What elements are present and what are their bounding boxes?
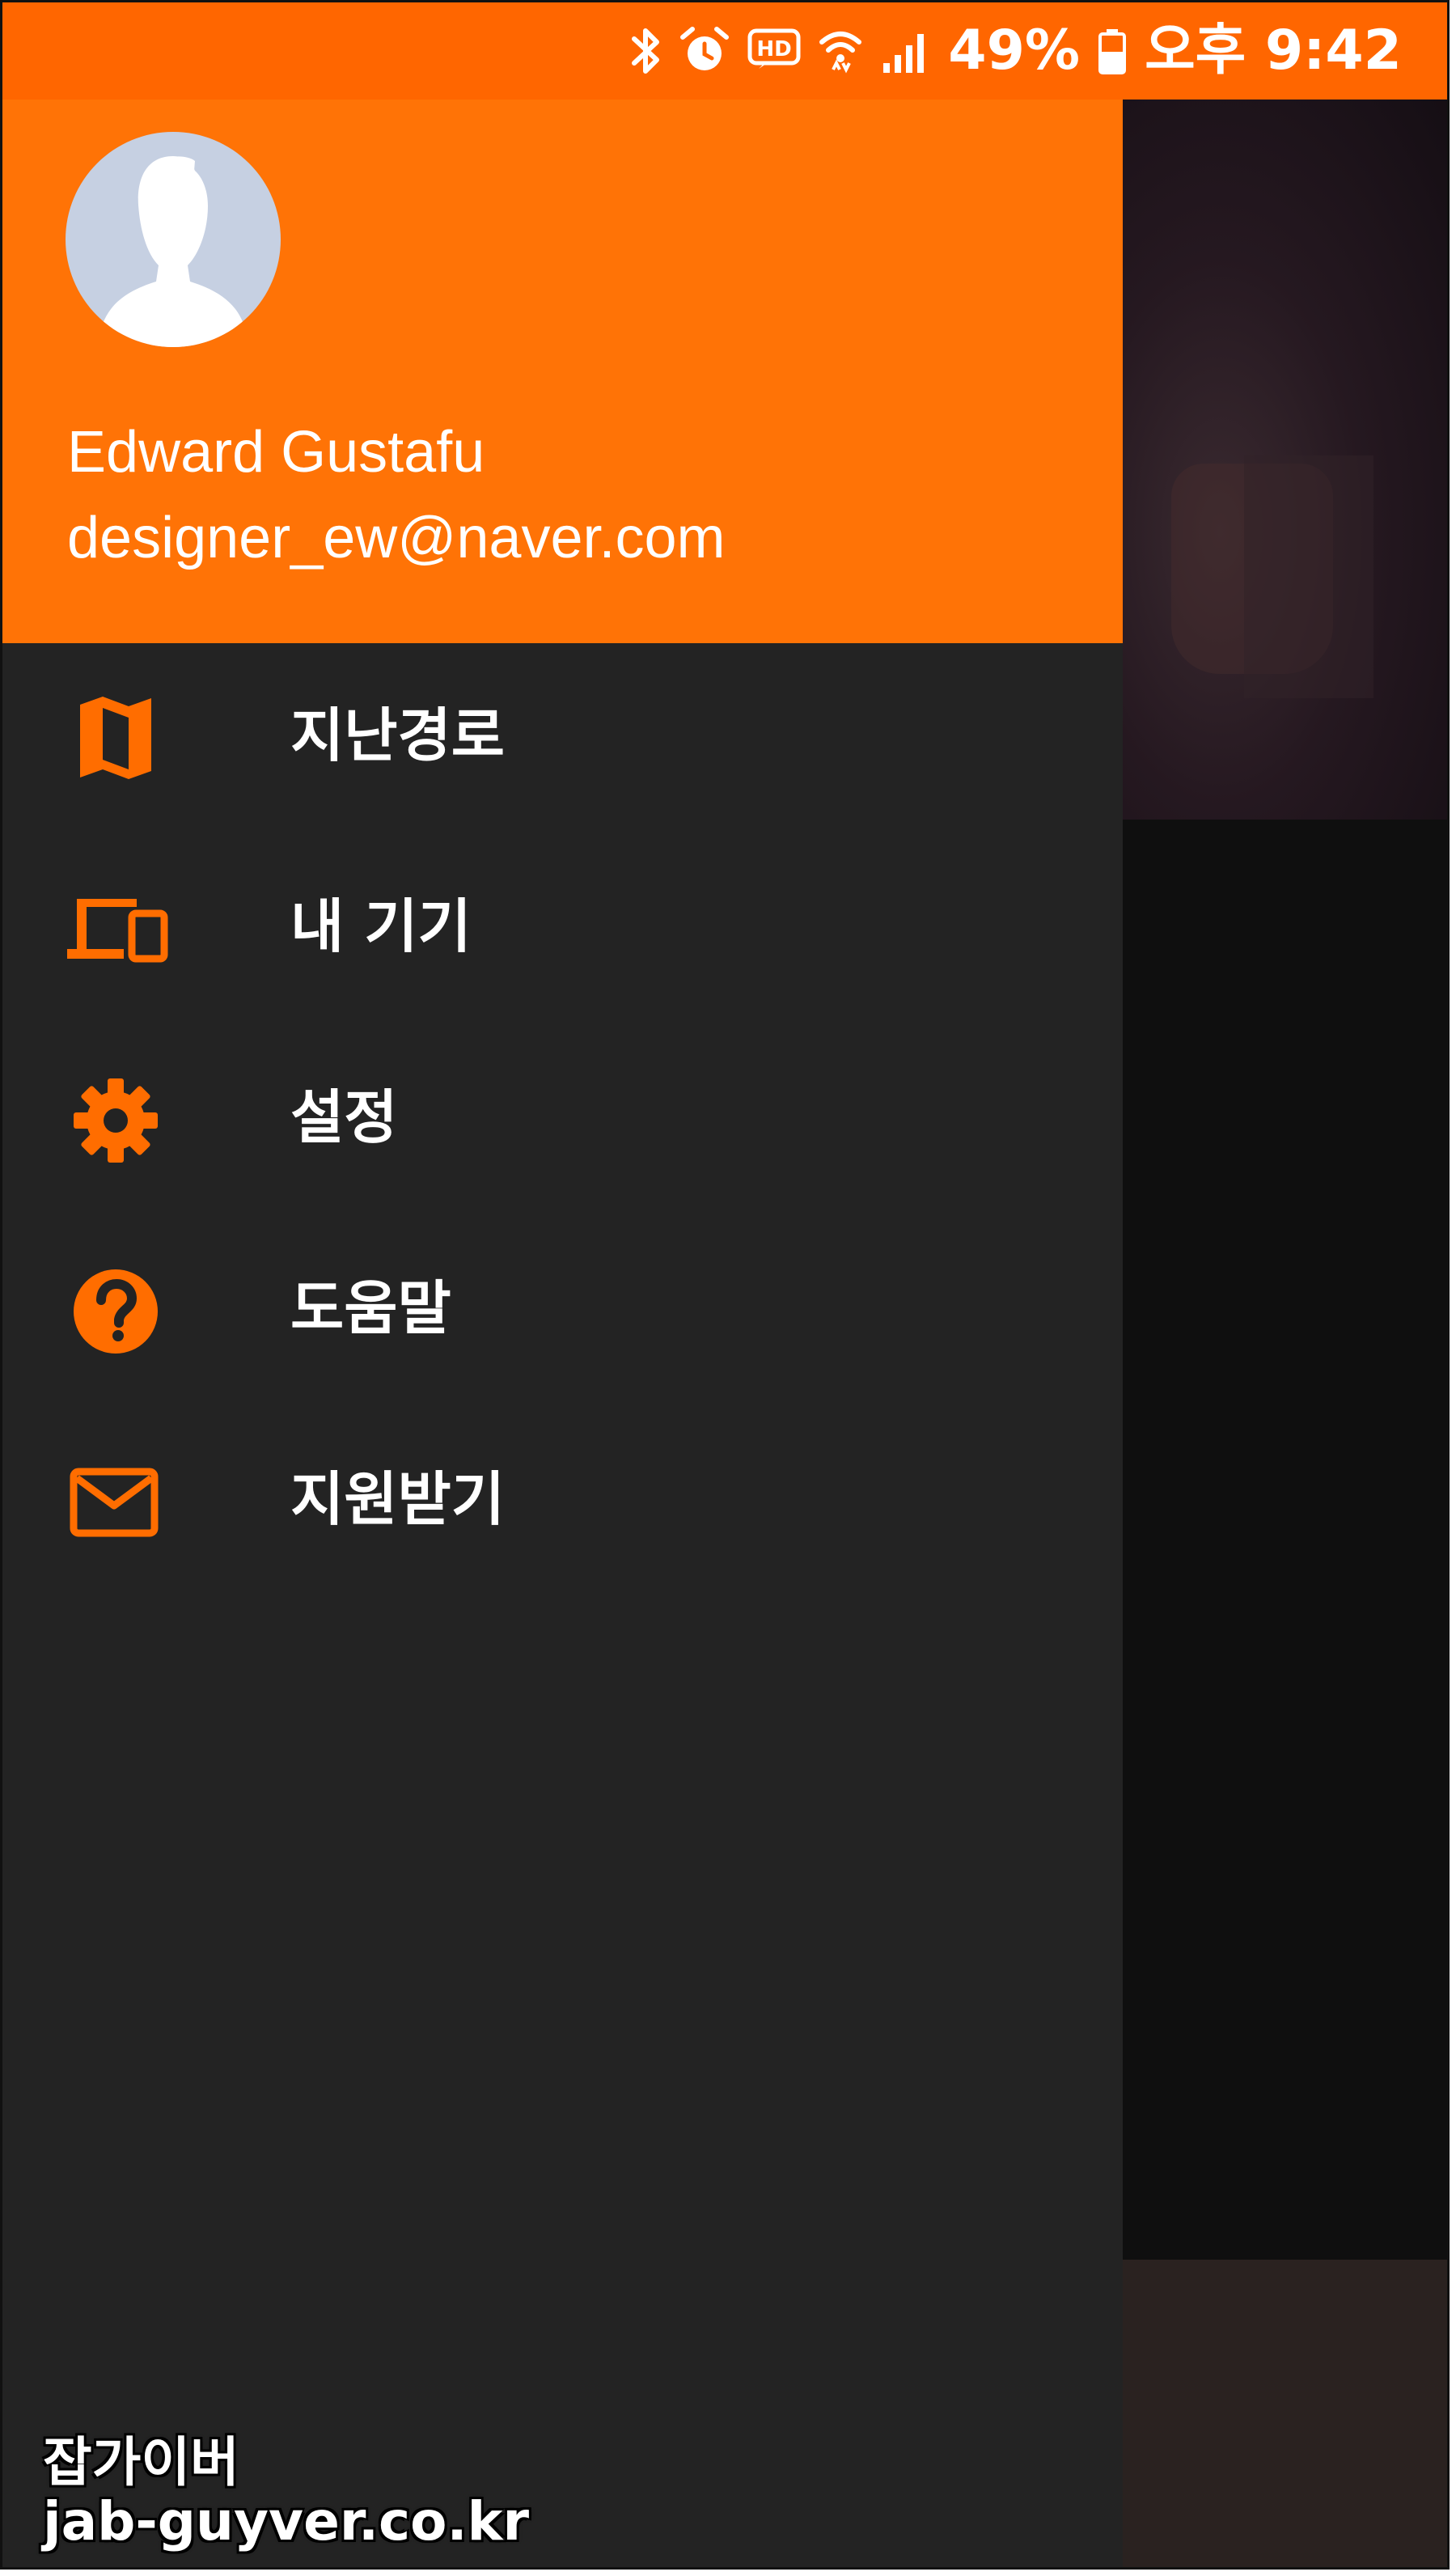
user-email: designer_ew@naver.com (67, 506, 726, 570)
battery-icon (1098, 26, 1127, 76)
menu-item-help[interactable]: 도움말 (2, 1216, 1123, 1407)
avatar[interactable] (66, 132, 281, 347)
menu-item-label: 내 기기 (290, 892, 472, 960)
background-content[interactable] (1123, 100, 1447, 2567)
menu-item-history[interactable]: 지난경로 (2, 643, 1123, 834)
battery-percent: 49% (948, 19, 1081, 83)
menu-item-label: 지원받기 (290, 1465, 505, 1533)
clock: 오후 9:42 (1145, 19, 1402, 83)
help-icon (67, 1263, 164, 1360)
menu-item-settings[interactable]: 설정 (2, 1025, 1123, 1216)
menu-item-my-devices[interactable]: 내 기기 (2, 834, 1123, 1025)
person-icon (102, 156, 244, 347)
background-footer (1123, 2260, 1447, 2567)
wifi-icon (819, 26, 862, 76)
watermark: 잡가이버 jab-guyver.co.kr (43, 2431, 530, 2553)
gear-icon (67, 1072, 164, 1169)
watermark-url: jab-guyver.co.kr (43, 2489, 530, 2553)
user-name: Edward Gustafu (67, 420, 485, 485)
signal-icon (880, 26, 930, 76)
phone-screen: HD 49% 오후 9:42 Edward Gustafu designer_e… (0, 0, 1450, 2570)
menu-item-label: 지난경로 (290, 701, 505, 769)
map-icon (67, 690, 164, 787)
background-photo (1123, 100, 1447, 820)
menu-item-label: 설정 (290, 1083, 398, 1151)
hd-voice-icon: HD (747, 28, 801, 74)
devices-icon (67, 881, 168, 978)
svg-text:HD: HD (757, 37, 792, 61)
background-panel (1123, 820, 1447, 2260)
status-bar: HD 49% 오후 9:42 (2, 2, 1447, 100)
navigation-drawer: Edward Gustafu designer_ew@naver.com 지난경… (2, 100, 1123, 2567)
status-icons: HD 49% 오후 9:42 (629, 2, 1402, 100)
menu-item-label: 도움말 (290, 1274, 451, 1342)
watermark-title: 잡가이버 (43, 2431, 239, 2493)
drawer-header: Edward Gustafu designer_ew@naver.com (2, 100, 1123, 643)
bluetooth-icon (629, 26, 662, 76)
menu-item-support[interactable]: 지원받기 (2, 1407, 1123, 1598)
alarm-icon (679, 26, 730, 76)
mail-icon (67, 1454, 164, 1551)
